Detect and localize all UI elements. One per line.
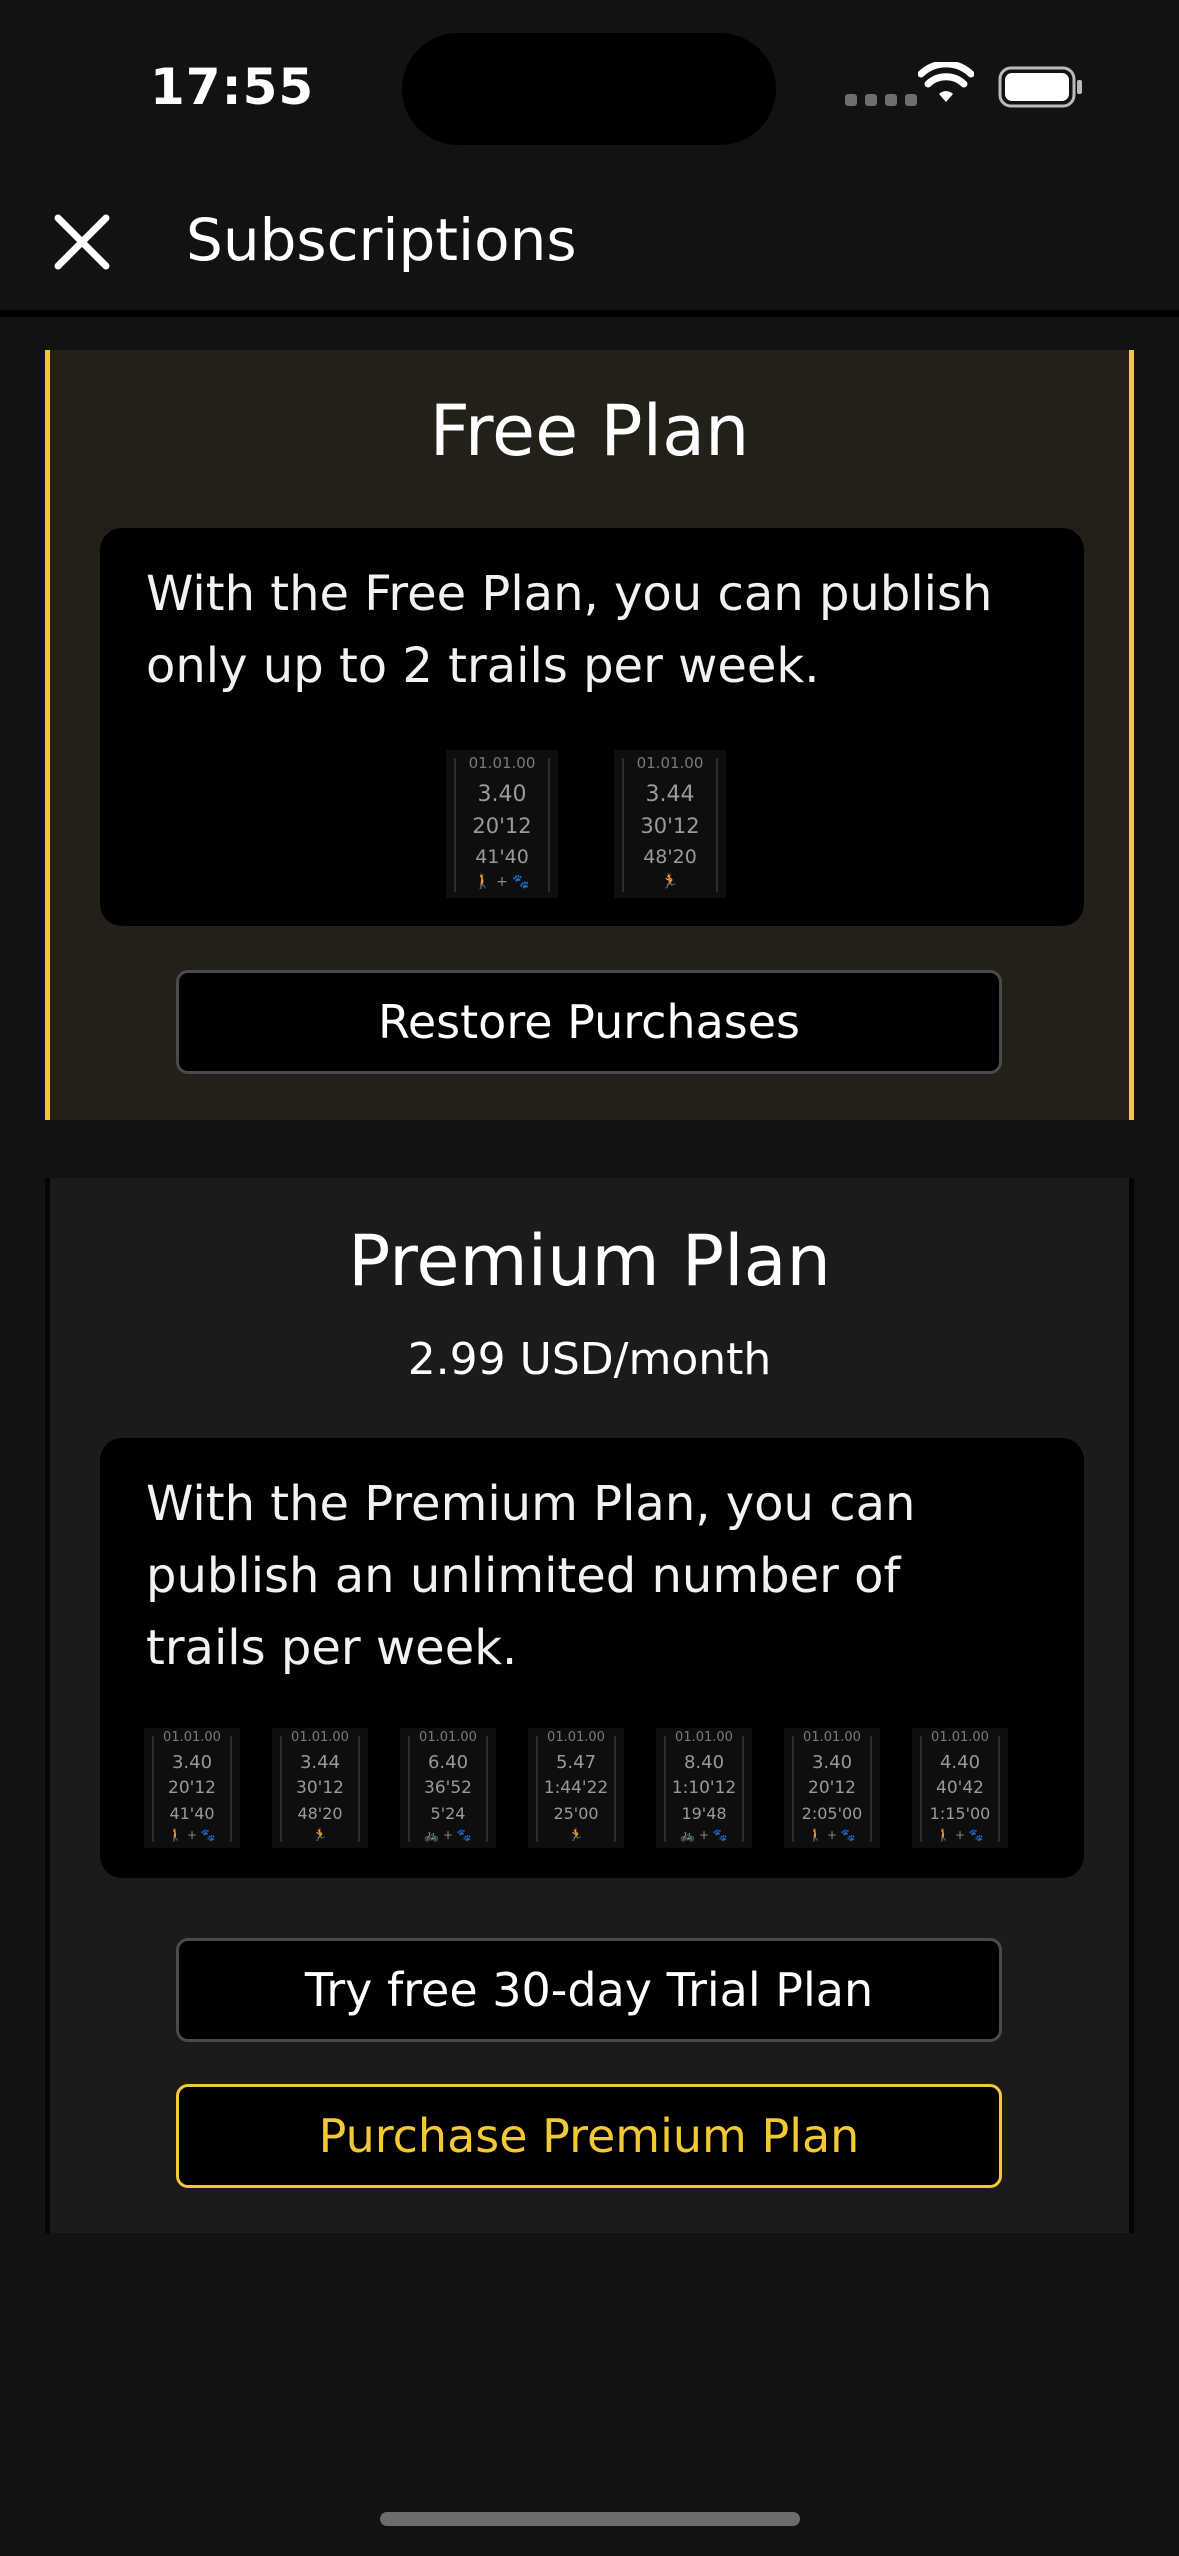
- trail-badge: 01.01.00 3.44 30'12 48'20 🏃: [272, 1728, 368, 1848]
- premium-plan-description: With the Premium Plan, you can publish a…: [146, 1476, 916, 1676]
- trail-badge: 01.01.00 6.40 36'52 5'24 🚲 + 🐾: [400, 1728, 496, 1848]
- premium-plan-badge-list: 01.01.00 3.40 20'12 41'40 🚶 + 🐾 01.01.00…: [144, 1728, 1008, 1848]
- wifi-icon: [918, 62, 974, 102]
- restore-purchases-button[interactable]: Restore Purchases: [176, 970, 1002, 1074]
- trail-badge: 01.01.00 3.40 20'12 41'40 🚶 + 🐾: [144, 1728, 240, 1848]
- status-time: 17:55: [150, 58, 315, 116]
- trail-badge: 01.01.00 5.47 1:44'22 25'00 🏃: [528, 1728, 624, 1848]
- activity-icons: 🚲 + 🐾: [680, 1828, 728, 1842]
- trail-badge: 01.01.00 3.44 30'12 48'20 🏃: [614, 750, 726, 898]
- activity-icons: 🏃: [661, 874, 679, 890]
- activity-icons: 🏃: [568, 1828, 584, 1842]
- activity-icons: 🏃: [312, 1828, 328, 1842]
- dynamic-island: [402, 33, 776, 145]
- battery-icon: [998, 66, 1082, 108]
- close-button[interactable]: [52, 212, 112, 272]
- trail-badge: 01.01.00 4.40 40'42 1:15'00 🚶 + 🐾: [912, 1728, 1008, 1848]
- free-plan-title: Free Plan: [429, 390, 750, 472]
- home-indicator: [380, 2512, 800, 2526]
- activity-icons: 🚶 + 🐾: [474, 874, 530, 890]
- free-plan-description-box: With the Free Plan, you can publish only…: [100, 528, 1084, 926]
- purchase-premium-button[interactable]: Purchase Premium Plan: [176, 2084, 1002, 2188]
- trail-badge: 01.01.00 3.40 20'12 41'40 🚶 + 🐾: [446, 750, 558, 898]
- premium-plan-card: Premium Plan 2.99 USD/month With the Pre…: [45, 1178, 1134, 2233]
- free-plan-badge-list: 01.01.00 3.40 20'12 41'40 🚶 + 🐾 01.01.00…: [446, 750, 726, 898]
- cellular-signal-icon: [845, 94, 917, 106]
- nav-divider: [0, 310, 1179, 317]
- premium-plan-title: Premium Plan: [348, 1220, 831, 1302]
- try-trial-button[interactable]: Try free 30-day Trial Plan: [176, 1938, 1002, 2042]
- page-title: Subscriptions: [186, 206, 577, 274]
- free-plan-card: Free Plan With the Free Plan, you can pu…: [45, 350, 1134, 1120]
- premium-plan-price: 2.99 USD/month: [407, 1334, 772, 1385]
- activity-icons: 🚲 + 🐾: [424, 1828, 472, 1842]
- trail-badge: 01.01.00 8.40 1:10'12 19'48 🚲 + 🐾: [656, 1728, 752, 1848]
- trail-badge: 01.01.00 3.40 20'12 2:05'00 🚶 + 🐾: [784, 1728, 880, 1848]
- activity-icons: 🚶 + 🐾: [168, 1828, 216, 1842]
- activity-icons: 🚶 + 🐾: [808, 1828, 856, 1842]
- free-plan-description: With the Free Plan, you can publish only…: [146, 566, 993, 694]
- activity-icons: 🚶 + 🐾: [936, 1828, 984, 1842]
- premium-plan-description-box: With the Premium Plan, you can publish a…: [100, 1438, 1084, 1878]
